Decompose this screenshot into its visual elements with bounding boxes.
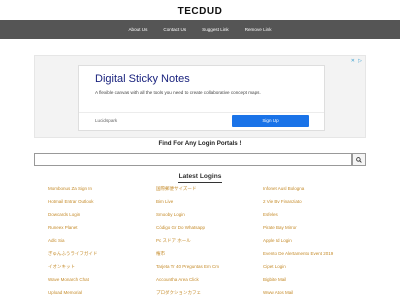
nav-suggest-link[interactable]: Suggest Link (194, 27, 237, 32)
search-input[interactable] (34, 153, 352, 166)
login-link[interactable]: Mombonus Za Sign In (48, 186, 92, 191)
ad-signup-button[interactable]: Sign Up (232, 115, 309, 127)
ad-choices-icon[interactable]: ▷ (358, 58, 362, 64)
latest-logins-heading: Latest Logins (178, 173, 222, 180)
login-link[interactable]: Código Gr Do Whatsapp (156, 225, 205, 230)
login-link[interactable]: Evento De Alertamento Event 2019 (263, 251, 333, 256)
close-icon[interactable]: ✕ (351, 58, 355, 64)
login-link[interactable]: 国際郵便サイズード (156, 186, 196, 192)
login-link[interactable]: Tarjeta Tr 40 Preguntas Em Cm (156, 264, 219, 269)
search-icon (356, 156, 362, 163)
find-login-heading: Find For Any Login Portals ! (158, 140, 242, 147)
advertisement-banner[interactable]: ✕ ▷ Digital Sticky Notes A flexible canv… (34, 55, 366, 138)
login-link[interactable]: Hotmail Entrar Outlook (48, 199, 94, 204)
login-link[interactable]: Pirate Bay Mirror (263, 225, 297, 230)
login-link[interactable]: Runeex Planet (48, 225, 78, 230)
login-link[interactable]: Wave Monarch Chat (48, 277, 89, 282)
search-bar (34, 153, 366, 166)
site-title[interactable]: TECDUD (0, 6, 400, 17)
login-link[interactable]: Adlc Sia (48, 238, 65, 243)
login-link[interactable]: Apple Id Login (263, 238, 292, 243)
login-link[interactable]: Dowcards Login (48, 212, 80, 217)
login-link[interactable]: 2 Vie Bv Finanziato (263, 199, 302, 204)
login-link[interactable]: Bim Live (156, 199, 173, 204)
login-link[interactable]: Upload Memorial (48, 290, 82, 295)
login-link[interactable]: ぎゅんふうライフガイド (48, 251, 97, 257)
login-link[interactable]: Www Atos Mail (263, 290, 293, 295)
login-link[interactable]: 権市 (156, 251, 165, 257)
login-link[interactable]: Esfeles (263, 212, 278, 217)
nav-contact-us[interactable]: Contact Us (155, 27, 194, 32)
search-button[interactable] (352, 153, 366, 166)
login-link[interactable]: Cipet Login (263, 264, 286, 269)
login-link[interactable]: Smooby Login (156, 212, 185, 217)
login-link[interactable]: Pc スドア ホール (156, 238, 191, 244)
login-link[interactable]: Bigbite Mail (263, 277, 286, 282)
login-link[interactable]: イオンキット (48, 264, 75, 270)
nav-about-us[interactable]: About Us (120, 27, 155, 32)
nav-remove-link[interactable]: Remove Link (237, 27, 280, 32)
ad-headline[interactable]: Digital Sticky Notes (95, 73, 190, 85)
ad-divider (79, 112, 324, 113)
login-link[interactable]: Infonet Ausl Bologna (263, 186, 304, 191)
login-link[interactable]: プロダクションカフェ (156, 290, 201, 296)
ad-description: A flexible canvas with all the tools you… (95, 90, 261, 95)
ad-brand[interactable]: Lucidspark (95, 118, 117, 123)
ad-card[interactable]: Digital Sticky Notes A flexible canvas w… (78, 65, 325, 131)
main-navbar: About Us Contact Us Suggest Link Remove … (0, 20, 400, 39)
login-link[interactable]: Accountha Area Click (156, 277, 199, 282)
heading-underline (178, 182, 222, 183)
